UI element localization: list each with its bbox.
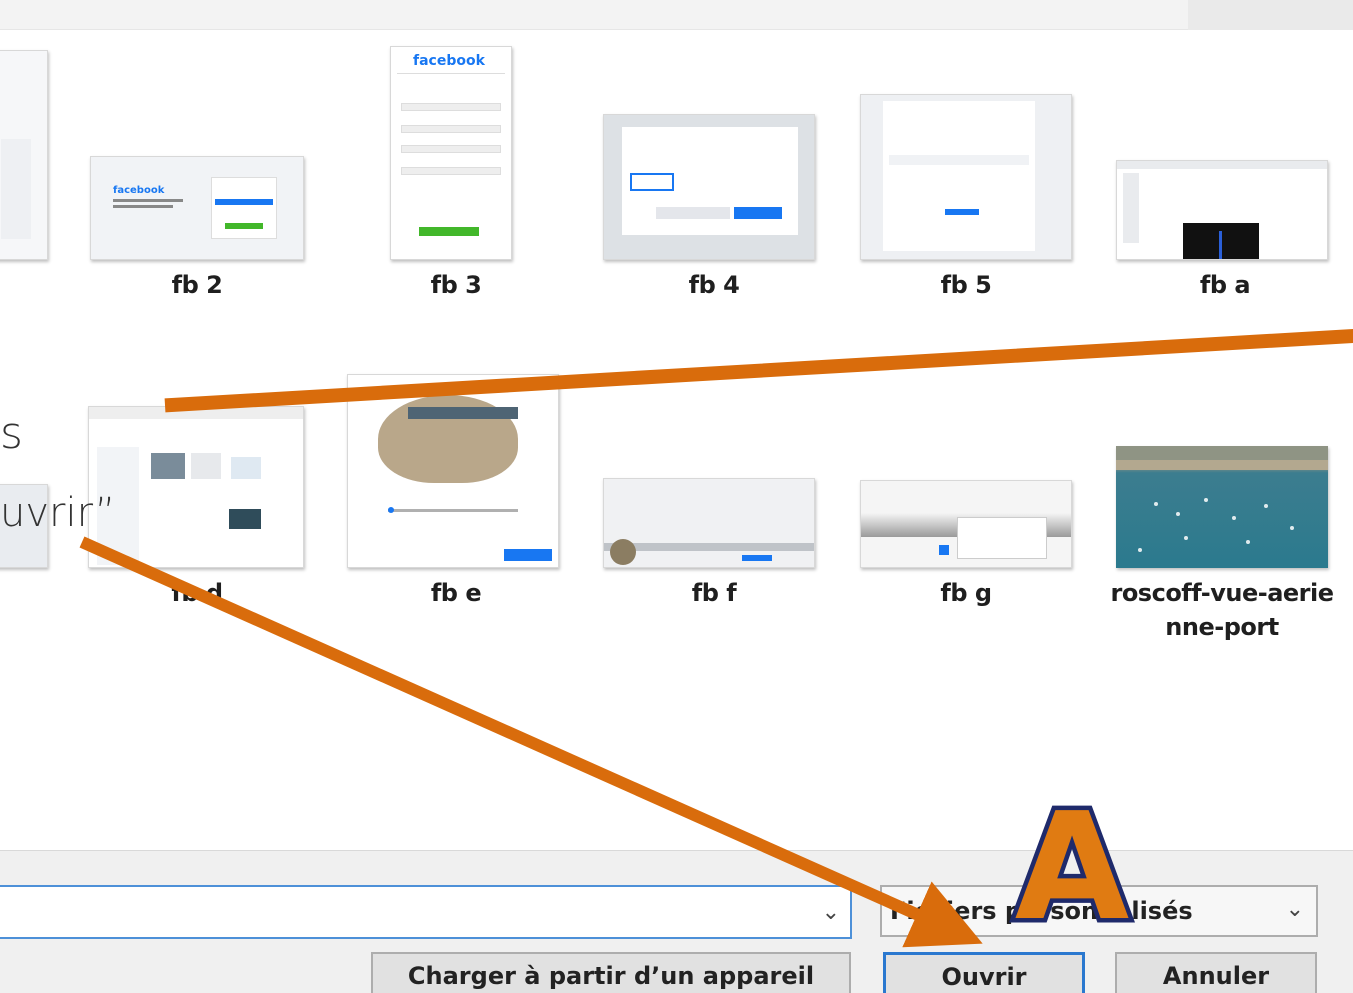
file-thumb-fb-2[interactable]: facebook xyxy=(90,156,304,260)
file-thumb-fb-4[interactable] xyxy=(603,114,815,260)
file-thumb-partial-1[interactable] xyxy=(0,50,48,260)
file-thumb-fb-e[interactable] xyxy=(347,374,559,568)
file-label[interactable]: fb d xyxy=(67,576,327,610)
file-list: facebook fb 2 facebook fb 3 fb 4 fb 5 fb… xyxy=(0,30,1353,850)
top-bar-segment xyxy=(1188,0,1353,30)
file-label[interactable]: fb g xyxy=(836,576,1096,610)
cancel-button[interactable]: Annuler xyxy=(1115,952,1317,993)
window-top-bar xyxy=(0,0,1353,30)
file-thumb-fb-f[interactable] xyxy=(603,478,815,568)
file-thumb-fb-d[interactable] xyxy=(88,406,304,568)
file-thumb-fb-g[interactable] xyxy=(860,480,1072,568)
instruction-text-line-1: s xyxy=(0,408,23,459)
chevron-down-icon[interactable]: ⌄ xyxy=(1286,897,1304,922)
file-label[interactable]: fb 2 xyxy=(67,268,327,302)
chevron-down-icon[interactable]: ⌄ xyxy=(822,899,840,925)
file-label[interactable]: roscoff-vue-aerie nne-port xyxy=(1092,576,1352,644)
file-type-value: Fichiers personnalisés xyxy=(890,897,1193,925)
file-label[interactable]: fb 4 xyxy=(584,268,844,302)
file-label[interactable]: fb 3 xyxy=(326,268,586,302)
file-thumb-roscoff-photo[interactable] xyxy=(1116,446,1328,568)
harbor-photo-art xyxy=(1116,446,1328,552)
upload-from-mobile-button[interactable]: Charger à partir d’un appareil mobile xyxy=(371,952,851,993)
file-label-line-1: roscoff-vue-aerie xyxy=(1110,579,1334,607)
open-button[interactable]: Ouvrir xyxy=(883,952,1085,993)
file-label-line-2: nne-port xyxy=(1165,613,1279,641)
instruction-text-line-2: uvrir” xyxy=(0,490,116,536)
file-label[interactable]: fb f xyxy=(584,576,844,610)
file-thumb-fb-a[interactable] xyxy=(1116,160,1328,260)
file-label[interactable]: fb 5 xyxy=(836,268,1096,302)
file-label[interactable]: fb a xyxy=(1095,268,1353,302)
file-thumb-fb-5[interactable] xyxy=(860,94,1072,260)
file-name-field[interactable]: ⌄ xyxy=(0,885,852,939)
thumb-brand-text: facebook xyxy=(413,53,485,69)
thumb-brand-text: facebook xyxy=(113,185,165,196)
file-label[interactable]: fb e xyxy=(326,576,586,610)
file-thumb-fb-3[interactable]: facebook xyxy=(390,46,512,260)
file-type-select[interactable]: Fichiers personnalisés ⌄ xyxy=(880,885,1318,937)
